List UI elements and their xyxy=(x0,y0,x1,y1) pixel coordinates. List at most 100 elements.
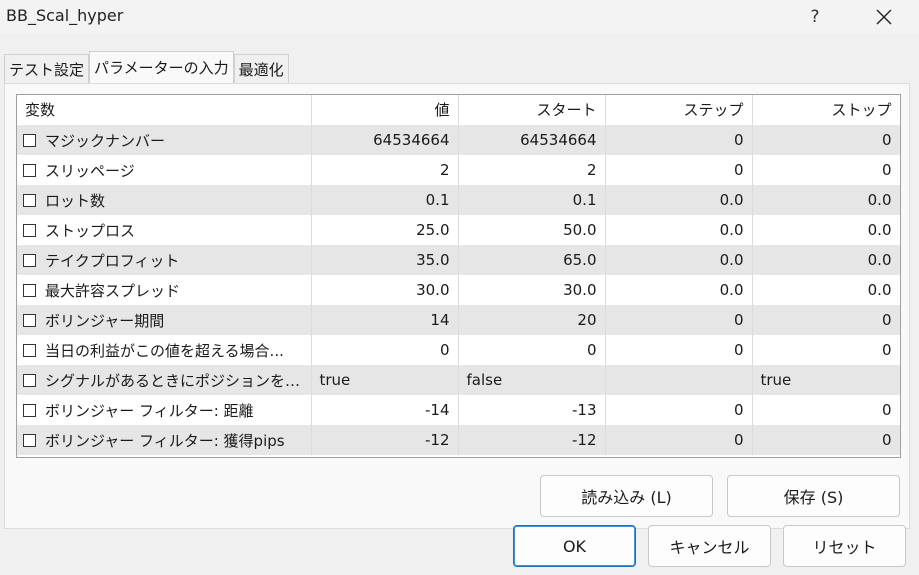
table-row[interactable]: シグナルがあるときにポジションをク・.. true false true xyxy=(17,365,900,395)
table-row[interactable]: マジックナンバー 64534664 64534664 0 0 xyxy=(17,125,900,155)
cancel-button[interactable]: キャンセル xyxy=(648,525,771,567)
cell-start[interactable]: 2 xyxy=(458,155,606,185)
table-row[interactable]: ボリンジャー フィルター: 獲得pips -12 -12 0 0 xyxy=(17,425,900,455)
column-header-step[interactable]: ステップ xyxy=(605,95,753,126)
cell-stop[interactable]: true xyxy=(752,365,900,395)
row-checkbox[interactable] xyxy=(23,253,36,267)
cell-value[interactable]: 25.0 xyxy=(311,215,459,245)
column-header-value[interactable]: 値 xyxy=(311,95,459,126)
row-checkbox[interactable] xyxy=(23,373,36,387)
cell-value[interactable]: 14 xyxy=(311,305,459,335)
table-row[interactable]: ロット数 0.1 0.1 0.0 0.0 xyxy=(17,185,900,215)
cell-start[interactable]: 50.0 xyxy=(458,215,606,245)
row-checkbox[interactable] xyxy=(23,283,36,297)
cell-variable: ボリンジャー フィルター: 距離 xyxy=(17,395,312,425)
variable-name: 最大許容スプレッド xyxy=(45,281,181,300)
table-row[interactable]: スリッページ 2 2 0 0 xyxy=(17,155,900,185)
cell-variable: ロット数 xyxy=(17,185,312,215)
table-row[interactable]: テイクプロフィット 35.0 65.0 0.0 0.0 xyxy=(17,245,900,275)
cell-value[interactable]: -12 xyxy=(311,425,459,455)
cell-start[interactable]: 30.0 xyxy=(458,275,606,305)
column-header-stop[interactable]: ストップ xyxy=(752,95,900,126)
column-header-variable[interactable]: 変数 xyxy=(17,95,312,126)
ok-button[interactable]: OK xyxy=(513,525,636,567)
title-bar: BB_Scal_hyper ? xyxy=(0,0,919,34)
row-checkbox[interactable] xyxy=(23,163,36,177)
cell-start[interactable]: -12 xyxy=(458,425,606,455)
cell-step[interactable] xyxy=(605,365,753,395)
cell-start[interactable]: false xyxy=(458,365,606,395)
cell-variable: スリッページ xyxy=(17,155,312,185)
tab-test-settings[interactable]: テスト設定 xyxy=(4,54,90,84)
cell-value[interactable]: 30.0 xyxy=(311,275,459,305)
cell-stop[interactable]: 0 xyxy=(752,155,900,185)
table-row[interactable]: 当日の利益がこの値を超える場合... 0 0 0 0 xyxy=(17,335,900,365)
cell-variable: テイクプロフィット xyxy=(17,245,312,275)
tab-optimization[interactable]: 最適化 xyxy=(233,54,289,84)
close-button[interactable] xyxy=(864,2,904,32)
cell-value[interactable]: 35.0 xyxy=(311,245,459,275)
variable-name: ボリンジャー フィルター: 距離 xyxy=(45,401,254,420)
cell-variable: 最大許容スプレッド xyxy=(17,275,312,305)
cell-stop[interactable]: 0 xyxy=(752,125,900,155)
row-checkbox[interactable] xyxy=(23,133,36,147)
cell-stop[interactable]: 0.0 xyxy=(752,245,900,275)
cell-stop[interactable]: 0 xyxy=(752,335,900,365)
row-checkbox[interactable] xyxy=(23,223,36,237)
cell-step[interactable]: 0.0 xyxy=(605,275,753,305)
table-row[interactable]: ボリンジャー フィルター: 距離 -14 -13 0 0 xyxy=(17,395,900,425)
cell-step[interactable]: 0 xyxy=(605,155,753,185)
cell-step[interactable]: 0 xyxy=(605,125,753,155)
cell-start[interactable]: 20 xyxy=(458,305,606,335)
table-row[interactable]: ボリンジャー期間 14 20 0 0 xyxy=(17,305,900,335)
cell-variable: 当日の利益がこの値を超える場合... xyxy=(17,335,312,365)
cell-step[interactable]: 0 xyxy=(605,425,753,455)
cell-value[interactable]: 0.1 xyxy=(311,185,459,215)
cell-value[interactable]: true xyxy=(311,365,459,395)
load-button[interactable]: 読み込み (L) xyxy=(540,475,713,517)
cell-value[interactable]: 64534664 xyxy=(311,125,459,155)
tab-parameters[interactable]: パラメーターの入力 xyxy=(89,51,234,84)
cell-start[interactable]: 65.0 xyxy=(458,245,606,275)
cell-value[interactable]: 0 xyxy=(311,335,459,365)
help-button[interactable]: ? xyxy=(797,2,833,32)
row-checkbox[interactable] xyxy=(23,313,36,327)
row-checkbox[interactable] xyxy=(23,193,36,207)
row-checkbox[interactable] xyxy=(23,343,36,357)
cell-stop[interactable]: 0 xyxy=(752,395,900,425)
row-checkbox[interactable] xyxy=(23,433,36,447)
column-header-start[interactable]: スタート xyxy=(458,95,606,126)
cell-step[interactable]: 0 xyxy=(605,305,753,335)
tab-strip: テスト設定 パラメーターの入力 最適化 xyxy=(4,51,289,84)
cell-stop[interactable]: 0.0 xyxy=(752,185,900,215)
table-row[interactable]: ストップロス 25.0 50.0 0.0 0.0 xyxy=(17,215,900,245)
reset-button[interactable]: リセット xyxy=(783,525,906,567)
cell-variable: ストップロス xyxy=(17,215,312,245)
variable-name: ボリンジャー フィルター: 獲得pips xyxy=(45,431,285,450)
table-row[interactable]: 最大許容スプレッド 30.0 30.0 0.0 0.0 xyxy=(17,275,900,305)
row-checkbox[interactable] xyxy=(23,403,36,417)
cell-start[interactable]: -13 xyxy=(458,395,606,425)
cell-step[interactable]: 0 xyxy=(605,335,753,365)
cell-value[interactable]: 2 xyxy=(311,155,459,185)
cell-start[interactable]: 0 xyxy=(458,335,606,365)
cell-value[interactable]: -14 xyxy=(311,395,459,425)
cell-step[interactable]: 0.0 xyxy=(605,185,753,215)
cell-stop[interactable]: 0 xyxy=(752,425,900,455)
variable-name: ロット数 xyxy=(45,191,106,210)
cell-step[interactable]: 0.0 xyxy=(605,215,753,245)
cell-stop[interactable]: 0.0 xyxy=(752,215,900,245)
variable-name: 当日の利益がこの値を超える場合... xyxy=(45,341,284,360)
cell-start[interactable]: 0.1 xyxy=(458,185,606,215)
cell-step[interactable]: 0.0 xyxy=(605,245,753,275)
window-title: BB_Scal_hyper xyxy=(6,6,124,25)
cell-stop[interactable]: 0 xyxy=(752,305,900,335)
cell-step[interactable]: 0 xyxy=(605,395,753,425)
cell-start[interactable]: 64534664 xyxy=(458,125,606,155)
save-button[interactable]: 保存 (S) xyxy=(727,475,900,517)
variable-name: スリッページ xyxy=(45,161,135,180)
parameter-grid: 変数 値 スタート ステップ ストップ マジックナンバー 64534664 6453… xyxy=(16,94,901,458)
variable-name: シグナルがあるときにポジションをク・.. xyxy=(45,371,311,390)
variable-name: マジックナンバー xyxy=(45,131,166,150)
cell-stop[interactable]: 0.0 xyxy=(752,275,900,305)
